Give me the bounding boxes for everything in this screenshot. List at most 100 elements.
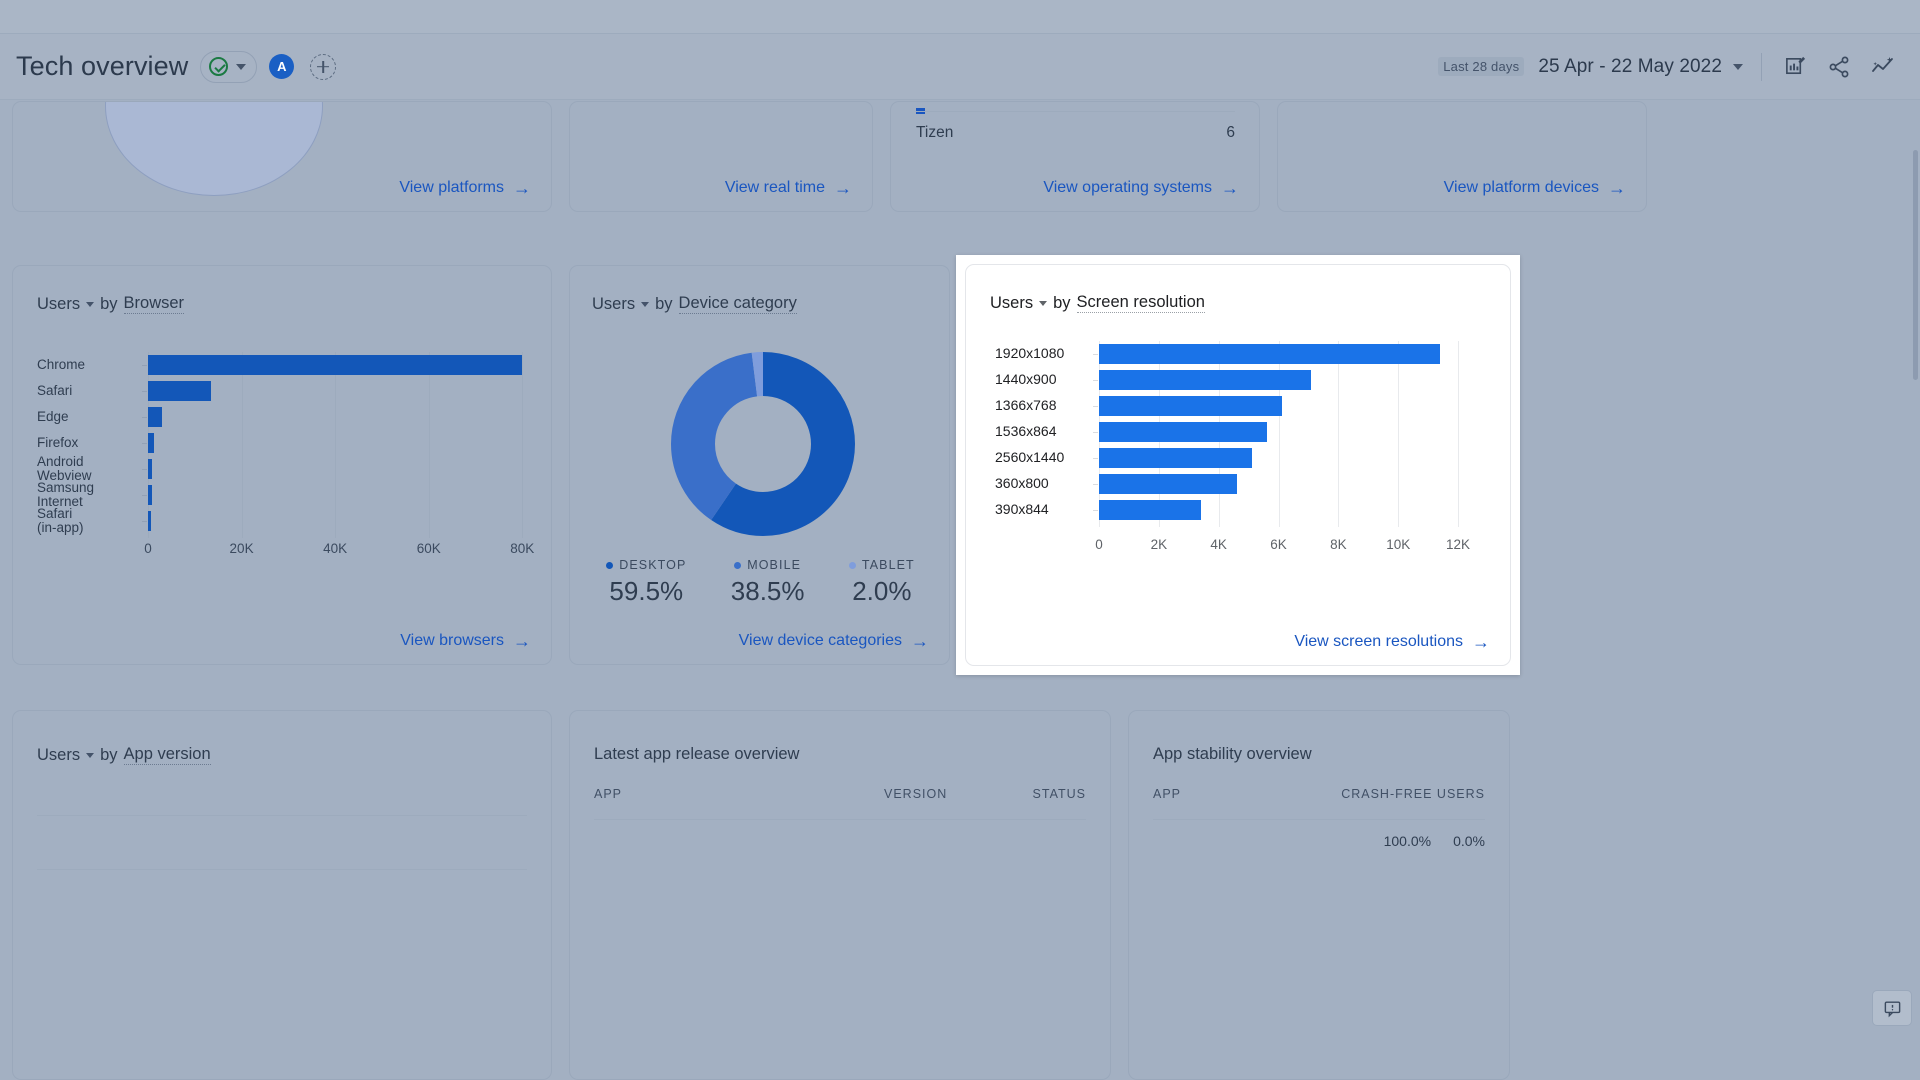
chart-gridline: [242, 352, 243, 538]
view-device-categories-link[interactable]: View device categories →: [739, 632, 929, 650]
app-stability-card-title: App stability overview: [1153, 745, 1312, 764]
card-users-by-browser[interactable]: Users by Browser 020K40K60K80KChromeSafa…: [12, 265, 552, 665]
card-real-time[interactable]: View real time →: [569, 101, 873, 212]
view-browsers-link[interactable]: View browsers →: [400, 632, 531, 650]
x-axis-tick-label: 40K: [323, 541, 347, 556]
date-range-picker[interactable]: 25 Apr - 22 May 2022: [1538, 56, 1743, 78]
x-axis-tick-label: 20K: [230, 541, 254, 556]
report-header: Tech overview A Last 28 days 25 Apr - 22…: [0, 34, 1920, 100]
chart-category-label: Edge: [37, 410, 69, 424]
os-divider-line: [916, 111, 1235, 112]
chart-category-label: 1536x864: [995, 425, 1057, 439]
chevron-down-icon[interactable]: [86, 753, 94, 758]
app-version-by-label: by: [100, 746, 117, 765]
chevron-down-icon[interactable]: [641, 302, 649, 307]
chart-bar[interactable]: [1099, 396, 1282, 416]
y-axis-tick: [1093, 458, 1098, 459]
chart-gridline: [1398, 341, 1399, 527]
arrow-right-icon: →: [1608, 179, 1626, 197]
chart-bar[interactable]: [148, 355, 522, 375]
arrow-right-icon: →: [513, 632, 531, 650]
chart-category-label: AndroidWebview: [37, 455, 92, 482]
legend-dot-icon: [606, 562, 613, 569]
legend-value-mobile: 38.5%: [731, 576, 805, 607]
x-axis-tick-label: 60K: [417, 541, 441, 556]
chart-bar[interactable]: [1099, 370, 1311, 390]
chart-bar[interactable]: [1099, 474, 1237, 494]
card-users-by-device-category[interactable]: Users by Device category: [569, 265, 950, 665]
chart-bar[interactable]: [148, 433, 154, 453]
y-axis-tick: [1093, 432, 1098, 433]
legend-dot-icon: [734, 562, 741, 569]
legend-label-mobile: MOBILE: [747, 558, 801, 572]
avatar[interactable]: A: [269, 54, 294, 79]
y-axis-tick: [142, 495, 147, 496]
chart-category-label: 1440x900: [995, 373, 1057, 387]
card-users-by-app-version[interactable]: Users by App version: [12, 710, 552, 1080]
card-operating-systems[interactable]: Tizen 6 View operating systems →: [890, 101, 1260, 212]
card-platform-devices[interactable]: View platform devices →: [1277, 101, 1647, 212]
scrollbar-track[interactable]: [1912, 100, 1920, 1080]
arrow-right-icon: →: [911, 632, 929, 650]
app-version-metric-label[interactable]: Users: [37, 746, 80, 765]
card-users-by-screen-resolution[interactable]: Users by Screen resolution 02K4K6K8K10K1…: [965, 264, 1511, 666]
edit-comparison-icon[interactable]: [1780, 52, 1810, 82]
chart-bar[interactable]: [1099, 448, 1252, 468]
latest-release-header-rule: [594, 819, 1086, 820]
device-dimension-label[interactable]: Device category: [679, 294, 797, 314]
legend-label-tablet: TABLET: [862, 558, 915, 572]
view-real-time-link[interactable]: View real time →: [725, 179, 852, 197]
view-platforms-link[interactable]: View platforms →: [399, 179, 531, 197]
data-status-chip[interactable]: [200, 51, 257, 83]
card-latest-app-release[interactable]: Latest app release overview APP VERSION …: [569, 710, 1111, 1080]
legend-item-tablet: TABLET 2.0%: [849, 558, 915, 607]
chart-bar[interactable]: [148, 459, 152, 479]
app-stability-table-header: APP CRASH-FREE USERS: [1153, 787, 1485, 801]
view-platform-devices-label: View platform devices: [1444, 179, 1599, 197]
column-header-app: APP: [594, 787, 884, 801]
device-donut-chart: [671, 352, 855, 536]
chart-gridline: [1458, 341, 1459, 527]
chart-bar[interactable]: [1099, 344, 1440, 364]
chevron-down-icon: [236, 64, 246, 70]
legend-head-mobile: MOBILE: [734, 558, 801, 572]
chart-bar[interactable]: [148, 407, 162, 427]
chart-bar[interactable]: [1099, 500, 1201, 520]
chart-bar[interactable]: [148, 511, 151, 531]
x-axis-tick-label: 2K: [1151, 537, 1168, 552]
y-axis-tick: [1093, 406, 1098, 407]
os-row-label: Tizen: [916, 124, 953, 142]
cards-row-3: Users by App version Latest app release …: [12, 710, 1510, 1080]
resolution-bar-chart: 02K4K6K8K10K12K1920x10801440x9001366x768…: [966, 265, 1511, 666]
insights-icon[interactable]: [1868, 52, 1898, 82]
app-version-dimension-label[interactable]: App version: [124, 745, 211, 765]
card-app-stability[interactable]: App stability overview APP CRASH-FREE US…: [1128, 710, 1510, 1080]
legend-item-desktop: DESKTOP 59.5%: [606, 558, 686, 607]
legend-value-desktop: 59.5%: [609, 576, 683, 607]
legend-head-tablet: TABLET: [849, 558, 915, 572]
chart-gridline: [335, 352, 336, 538]
add-user-icon[interactable]: [310, 54, 336, 80]
chart-bar[interactable]: [1099, 422, 1267, 442]
legend-label-desktop: DESKTOP: [619, 558, 686, 572]
view-platform-devices-link[interactable]: View platform devices →: [1444, 179, 1626, 197]
y-axis-tick: [1093, 380, 1098, 381]
card-platforms[interactable]: View platforms →: [12, 101, 552, 212]
page-title: Tech overview: [16, 51, 188, 82]
x-axis-tick-label: 6K: [1270, 537, 1287, 552]
device-legend: DESKTOP 59.5% MOBILE 38.5% TABLET: [584, 558, 937, 607]
y-axis-tick: [142, 469, 147, 470]
browser-chrome-strip: [0, 0, 1920, 34]
scrollbar-thumb[interactable]: [1913, 150, 1918, 380]
share-icon[interactable]: [1824, 52, 1854, 82]
chart-bar[interactable]: [148, 485, 152, 505]
view-screen-resolutions-link[interactable]: View screen resolutions →: [1294, 633, 1490, 651]
feedback-button[interactable]: [1872, 990, 1912, 1026]
chart-bar[interactable]: [148, 381, 211, 401]
app-version-rule-top: [37, 815, 527, 816]
latest-release-card-title: Latest app release overview: [594, 745, 799, 764]
device-card-title: Users by Device category: [592, 294, 797, 314]
arrow-right-icon: →: [1472, 633, 1490, 651]
view-operating-systems-link[interactable]: View operating systems →: [1043, 179, 1239, 197]
device-metric-label[interactable]: Users: [592, 295, 635, 314]
